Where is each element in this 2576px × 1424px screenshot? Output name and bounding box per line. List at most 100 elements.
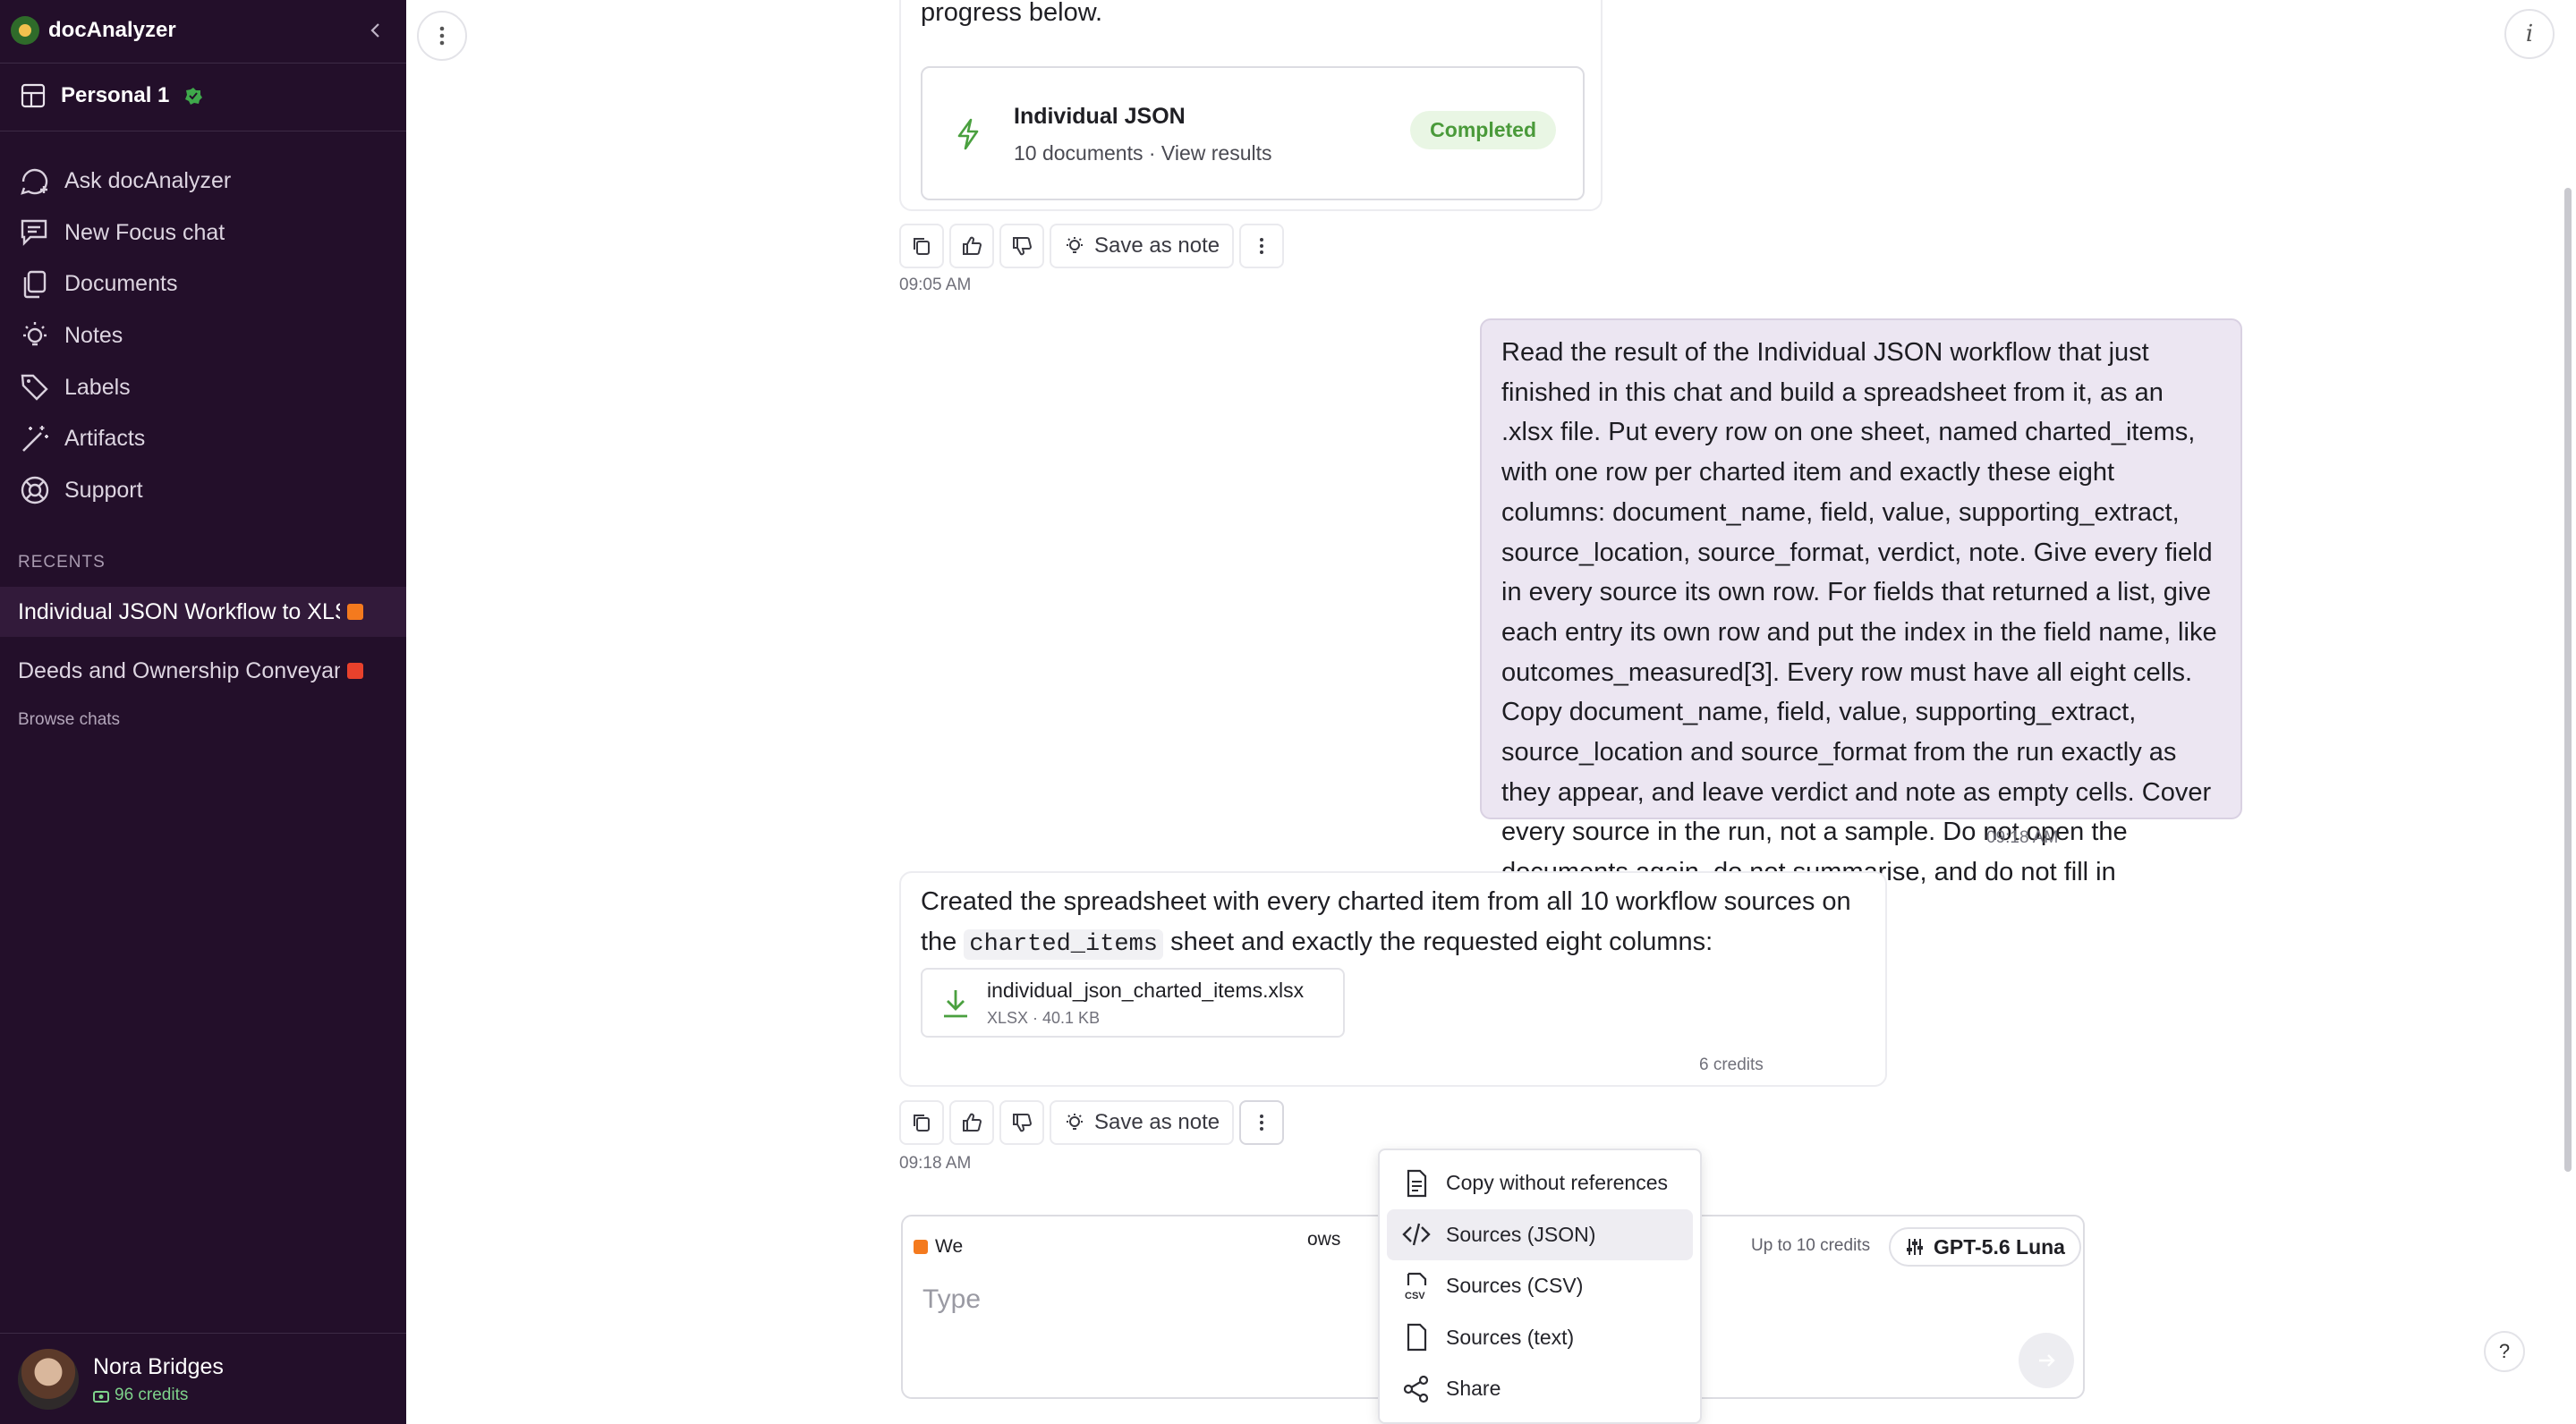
arrow-right-icon (2039, 1354, 2055, 1367)
recent-chat-item[interactable]: Individual JSON Workflow to XLSX Spreads… (0, 587, 406, 637)
lightbulb-icon (1067, 237, 1083, 253)
code-icon (1402, 1223, 1431, 1246)
web-chip-label: We (935, 1236, 964, 1257)
message-actions: Save as note (899, 224, 1285, 268)
docanalyzer-logo-icon (11, 16, 39, 45)
web-color-icon (914, 1240, 928, 1254)
message-text: Created the spreadsheet with every chart… (921, 882, 1869, 965)
user-credits: 96 credits (93, 1386, 224, 1405)
copy-icon (914, 238, 930, 255)
help-icon: ? (2498, 1340, 2511, 1362)
divider (0, 63, 406, 64)
user-profile[interactable]: Nora Bridges 96 credits (18, 1349, 224, 1410)
workflows-chip[interactable]: ows (1307, 1229, 1340, 1250)
thumbs-down-icon (1013, 1114, 1033, 1132)
recent-chat-item[interactable]: Deeds and Ownership Conveyance (0, 646, 406, 696)
user-message-bubble: Read the result of the Individual JSON w… (1480, 318, 2242, 927)
wand-icon (22, 425, 48, 452)
assistant-message-card: Created the spreadsheet with every chart… (899, 871, 1887, 1087)
grid-icon (21, 83, 46, 108)
more-actions-button[interactable] (1239, 224, 1285, 268)
web-search-chip[interactable]: We (914, 1231, 963, 1263)
menu-share[interactable]: Share (1387, 1363, 1693, 1415)
copy-button[interactable] (899, 1100, 944, 1145)
save-as-note-button[interactable]: Save as note (1050, 1100, 1235, 1145)
info-panel-button[interactable]: i (2504, 9, 2555, 59)
message-timestamp: 09:18 AM (1986, 828, 2059, 847)
model-selector[interactable]: GPT-5.6 Luna (1889, 1227, 2081, 1267)
menu-label: Sources (text) (1446, 1325, 1575, 1349)
thumbs-up-button[interactable] (949, 224, 994, 268)
model-name: GPT-5.6 Luna (1934, 1234, 2065, 1259)
status-badge: Completed (1410, 111, 1556, 149)
workspace-name: Personal 1 (61, 83, 170, 107)
thumbs-down-button[interactable] (999, 224, 1044, 268)
assistant-message-card: progress below. Individual JSON 10 docum… (899, 0, 1603, 211)
scrollbar[interactable] (2564, 188, 2572, 1172)
coins-icon (93, 1390, 109, 1403)
message-input[interactable]: Type (922, 1284, 981, 1315)
nav-label: Notes (64, 323, 123, 349)
recent-chat-title: Individual JSON Workflow to XLSX Spreads… (18, 598, 340, 624)
lightbulb-icon (23, 321, 47, 345)
send-button[interactable] (2019, 1333, 2074, 1388)
chat-options-button[interactable] (417, 11, 467, 61)
thumbs-up-button[interactable] (949, 1100, 994, 1145)
nav-label: Ask docAnalyzer (64, 168, 232, 194)
user-name: Nora Bridges (93, 1353, 224, 1379)
nav-label: Documents (64, 271, 178, 297)
workflow-status-card[interactable]: Individual JSON 10 documents · View resu… (921, 66, 1585, 200)
nav-label: Labels (64, 374, 131, 400)
label-color-icon (347, 604, 363, 620)
lightning-icon (957, 118, 979, 150)
thumbs-up-icon (963, 236, 982, 255)
copy-button[interactable] (899, 224, 944, 268)
sheet-name-code: charted_items (964, 929, 1164, 960)
message-timestamp: 09:18 AM (899, 1154, 972, 1173)
browse-chats-link[interactable]: Browse chats (18, 710, 120, 730)
menu-label: Sources (JSON) (1446, 1222, 1596, 1246)
nav-artifacts[interactable]: Artifacts (18, 413, 231, 465)
menu-sources-json[interactable]: Sources (JSON) (1387, 1208, 1693, 1260)
label-color-icon (347, 663, 363, 679)
menu-sources-text[interactable]: Sources (text) (1387, 1312, 1693, 1364)
help-button[interactable]: ? (2484, 1331, 2525, 1372)
thumbs-up-icon (963, 1113, 982, 1132)
nav-ask-docanalyzer[interactable]: Ask docAnalyzer (18, 156, 231, 208)
workspace-switcher[interactable]: Personal 1 (20, 81, 203, 111)
menu-label: Share (1446, 1377, 1501, 1401)
message-timestamp: 09:05 AM (899, 275, 972, 294)
brand[interactable]: docAnalyzer (11, 13, 176, 48)
recents-heading: RECENTS (18, 553, 106, 572)
sidebar: docAnalyzer Personal 1 Ask docAnalyzer N… (0, 0, 406, 1424)
tag-icon (21, 374, 48, 401)
nav-labels[interactable]: Labels (18, 361, 231, 413)
nav-new-focus-chat[interactable]: New Focus chat (18, 208, 231, 259)
menu-sources-csv[interactable]: CSV Sources (CSV) (1387, 1260, 1693, 1312)
info-icon: i (2525, 21, 2534, 47)
more-actions-button[interactable] (1239, 1100, 1285, 1145)
menu-label: Sources (CSV) (1446, 1274, 1584, 1298)
workflow-subtitle[interactable]: 10 documents · View results (1014, 141, 1272, 165)
svg-text:CSV: CSV (1405, 1291, 1425, 1301)
avatar (18, 1349, 79, 1410)
message-text: progress below. (921, 0, 1103, 27)
nav-support[interactable]: Support (18, 465, 231, 517)
nav-documents[interactable]: Documents (18, 259, 231, 310)
credits-used: 6 credits (1699, 1055, 1764, 1074)
save-as-note-button[interactable]: Save as note (1050, 224, 1235, 268)
thumbs-down-button[interactable] (999, 1100, 1044, 1145)
chevron-left-icon (370, 23, 379, 38)
nav-notes[interactable]: Notes (18, 310, 231, 362)
menu-copy-without-references[interactable]: Copy without references (1387, 1157, 1693, 1209)
verified-badge-icon (185, 88, 203, 105)
collapse-sidebar-button[interactable] (361, 16, 390, 45)
message-actions: Save as note (899, 1100, 1285, 1145)
documents-icon (23, 270, 47, 299)
lifebuoy-icon (21, 477, 49, 504)
file-download-card[interactable]: individual_json_charted_items.xlsx XLSX … (921, 968, 1345, 1038)
menu-label: Copy without references (1446, 1171, 1669, 1195)
nav-label: Support (64, 477, 143, 503)
copy-icon (914, 1115, 930, 1132)
sidebar-nav: Ask docAnalyzer New Focus chat Documents… (18, 156, 231, 516)
